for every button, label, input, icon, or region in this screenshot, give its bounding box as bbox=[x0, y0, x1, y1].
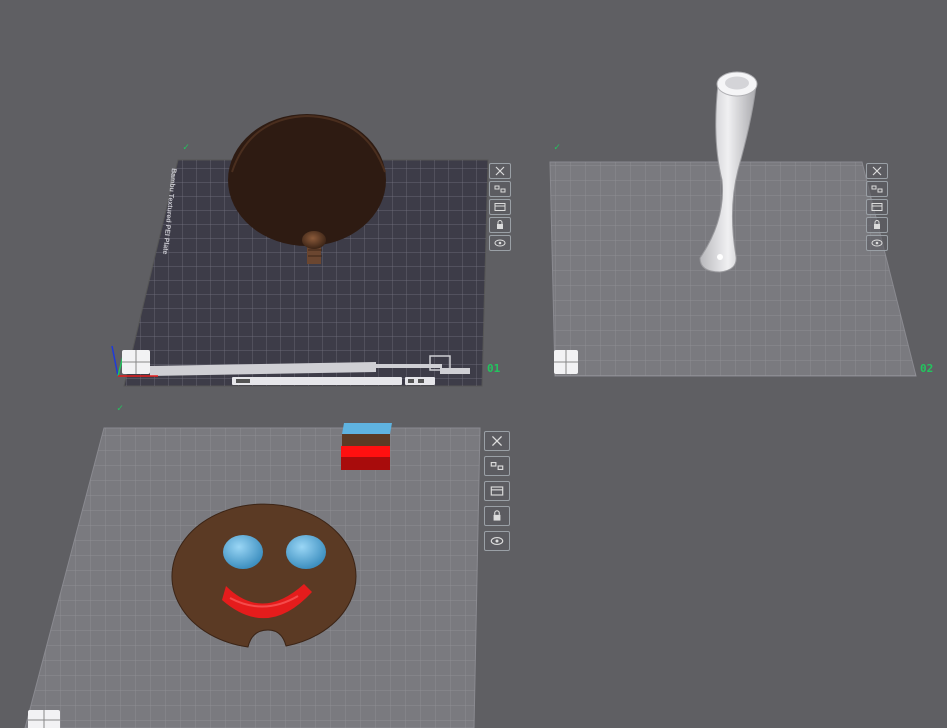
plate-2-settings-button[interactable] bbox=[866, 199, 888, 215]
plate-1-lock-button[interactable] bbox=[489, 217, 511, 233]
plate-1-orient-button[interactable] bbox=[489, 235, 511, 251]
model-smiley[interactable] bbox=[171, 503, 357, 648]
auto-arrange-icon bbox=[490, 462, 504, 470]
plate-1-corner-icon bbox=[122, 350, 150, 374]
close-icon bbox=[872, 166, 882, 176]
plate-2-lock-button[interactable] bbox=[866, 217, 888, 233]
orient-icon bbox=[871, 239, 883, 247]
plate-3-settings-button[interactable] bbox=[484, 481, 510, 501]
build-scene: Bambu Textured PEI Plate bbox=[24, 71, 917, 728]
plate-1[interactable]: Bambu Textured PEI Plate bbox=[111, 114, 489, 387]
plate-settings-icon bbox=[490, 486, 504, 496]
lock-icon bbox=[874, 220, 880, 229]
auto-arrange-icon bbox=[494, 185, 506, 193]
plate-1-toolbar bbox=[489, 163, 511, 251]
plate-1-arrange-button[interactable] bbox=[489, 181, 511, 197]
plate-3-close-button[interactable] bbox=[484, 431, 510, 451]
plate-2-close-button[interactable] bbox=[866, 163, 888, 179]
plate-2-corner-icon bbox=[554, 350, 578, 374]
plate-settings-icon bbox=[871, 203, 883, 211]
plate-3-corner-marker: ✓ bbox=[117, 403, 124, 414]
plate-3[interactable] bbox=[24, 423, 481, 728]
plate-3-toolbar bbox=[484, 431, 510, 551]
plate-2-arrange-button[interactable] bbox=[866, 181, 888, 197]
plate-1-close-button[interactable] bbox=[489, 163, 511, 179]
model-color-cube[interactable] bbox=[341, 423, 392, 470]
plate-settings-icon bbox=[494, 203, 506, 211]
auto-arrange-icon bbox=[871, 185, 883, 193]
plate-1-settings-button[interactable] bbox=[489, 199, 511, 215]
plate-1-corner-marker: ✓ bbox=[183, 142, 190, 153]
plate-3-corner-icon bbox=[28, 710, 60, 728]
lock-icon bbox=[497, 220, 503, 229]
plate-1-number: 01 bbox=[487, 362, 501, 375]
plate-2-corner-marker: ✓ bbox=[554, 142, 561, 153]
plate-2[interactable] bbox=[549, 71, 917, 377]
close-icon bbox=[491, 435, 503, 447]
orient-icon bbox=[490, 537, 504, 545]
plate-2-orient-button[interactable] bbox=[866, 235, 888, 251]
plate-3-orient-button[interactable] bbox=[484, 531, 510, 551]
plate-2-toolbar bbox=[866, 163, 888, 251]
close-icon bbox=[495, 166, 505, 176]
plate-3-arrange-button[interactable] bbox=[484, 456, 510, 476]
orient-icon bbox=[494, 239, 506, 247]
plate-3-lock-button[interactable] bbox=[484, 506, 510, 526]
lock-icon bbox=[493, 510, 501, 521]
plate-2-number: 02 bbox=[920, 362, 934, 375]
